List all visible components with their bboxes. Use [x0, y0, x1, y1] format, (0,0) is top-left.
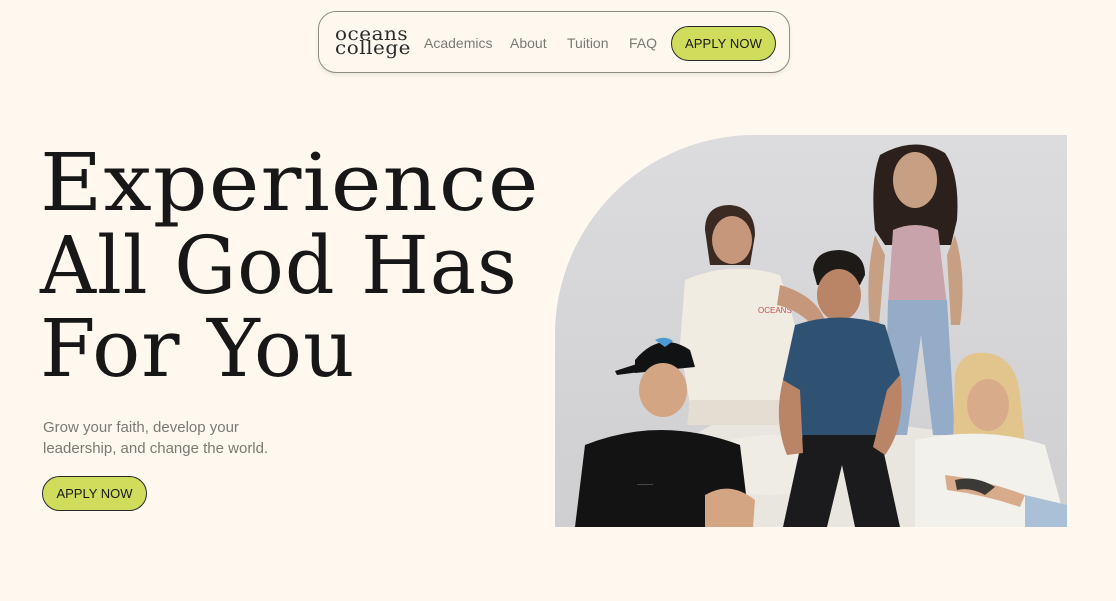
logo-line-college: college: [335, 37, 412, 59]
hero-title: Experience All God Has For You: [40, 141, 539, 395]
hero-title-line: For You: [40, 302, 356, 395]
top-navigation: oceans college Academics About Tuition F…: [318, 11, 790, 73]
hero-subtitle: Grow your faith, develop your leadership…: [43, 419, 269, 457]
nav-link-academics[interactable]: Academics: [424, 35, 492, 51]
hero-title-line: Experience: [40, 136, 540, 229]
nav-link-faq[interactable]: FAQ: [629, 35, 657, 51]
nav-link-about[interactable]: About: [510, 35, 547, 51]
hero-apply-now-button[interactable]: APPLY NOW: [42, 476, 147, 511]
nav-link-tuition[interactable]: Tuition: [567, 35, 609, 51]
nav-apply-now-button[interactable]: APPLY NOW: [671, 26, 776, 61]
hero-title-line: All God Has: [40, 219, 518, 312]
svg-text:————: ————: [637, 481, 653, 486]
hero-group-photo: OCEANS ————: [555, 135, 1067, 527]
oceans-college-logo[interactable]: oceans college: [335, 25, 410, 60]
